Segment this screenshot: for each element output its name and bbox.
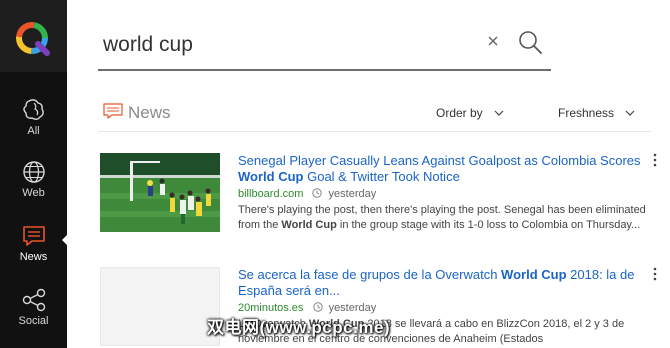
- search-icon[interactable]: [516, 29, 544, 57]
- article-meta: billboard.com yesterday: [238, 187, 648, 201]
- clear-icon[interactable]: [485, 33, 501, 49]
- chevron-down-icon[interactable]: [494, 109, 504, 117]
- share-icon: [22, 288, 45, 312]
- article-thumbnail[interactable]: [100, 153, 220, 232]
- article-body: Senegal Player Casually Leans Against Go…: [238, 153, 648, 233]
- sidebar-item-label: Social: [18, 315, 49, 327]
- sidebar-item-label: All: [27, 125, 40, 137]
- watermark: 双电网(www.pcpc.me): [207, 318, 391, 337]
- sidebar-item-label: Web: [22, 187, 45, 199]
- all-blobs-icon: [22, 99, 44, 120]
- news-title: News: [128, 103, 171, 122]
- sidebar-item-all[interactable]: All: [0, 96, 67, 154]
- article-title[interactable]: Se acerca la fase de grupos de la Overwa…: [238, 267, 648, 299]
- news-header: News Order by Freshness: [98, 98, 651, 132]
- clock-icon: [312, 302, 323, 312]
- freshness-dropdown[interactable]: Freshness: [558, 106, 614, 120]
- sidebar: All Web News Social: [0, 0, 68, 348]
- article-snippet: There's playing the post, then there's p…: [238, 204, 646, 231]
- more-options-icon[interactable]: [652, 153, 658, 167]
- news-article[interactable]: Senegal Player Casually Leans Against Go…: [100, 153, 665, 243]
- search-underline: [98, 69, 551, 71]
- sidebar-item-label: News: [19, 251, 48, 263]
- active-indicator: [62, 234, 68, 246]
- article-source[interactable]: billboard.com: [238, 188, 303, 200]
- soccer-photo-image: [100, 153, 220, 232]
- sidebar-item-news[interactable]: News: [0, 224, 67, 282]
- chevron-down-icon[interactable]: [625, 109, 635, 117]
- logo-area: [0, 0, 67, 72]
- sidebar-item-web[interactable]: Web: [0, 160, 67, 218]
- app-logo-icon[interactable]: [13, 19, 51, 57]
- article-title[interactable]: Senegal Player Casually Leans Against Go…: [238, 153, 648, 185]
- sidebar-item-social[interactable]: Social: [0, 288, 67, 346]
- search-input[interactable]: [103, 30, 473, 60]
- order-by-dropdown[interactable]: Order by: [436, 106, 483, 120]
- news-header-icon: [103, 103, 123, 119]
- more-options-icon[interactable]: [652, 267, 658, 281]
- article-time: yesterday: [328, 188, 377, 200]
- news-icon: [22, 226, 45, 246]
- article-thumbnail[interactable]: [100, 267, 220, 346]
- clock-icon: [312, 188, 323, 198]
- globe-icon: [22, 161, 45, 183]
